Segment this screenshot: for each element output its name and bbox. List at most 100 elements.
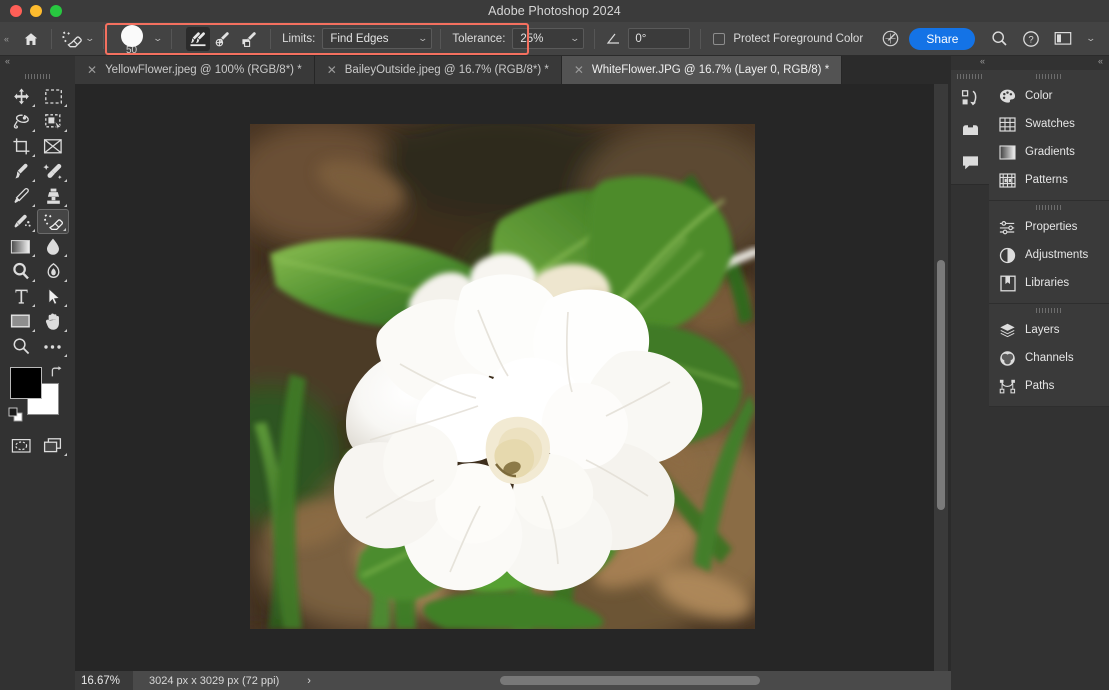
brush-tool[interactable]	[5, 184, 37, 209]
close-icon[interactable]: ✕	[327, 64, 337, 76]
chevron-down-icon[interactable]: ⌄	[1086, 34, 1097, 43]
home-button[interactable]	[14, 31, 48, 47]
paths-bezier-icon	[999, 378, 1016, 395]
eraser-tool[interactable]	[37, 209, 69, 234]
workspace-switcher-icon[interactable]	[1054, 31, 1073, 46]
panel-grip[interactable]	[989, 201, 1109, 213]
panel-item-label: Gradients	[1025, 146, 1075, 158]
panel-item-label: Channels	[1025, 352, 1074, 364]
crop-tool[interactable]	[5, 134, 37, 159]
rectangular-marquee-tool[interactable]	[37, 84, 69, 109]
foreground-color-swatch[interactable]	[10, 367, 42, 399]
gradient-tool[interactable]	[5, 234, 37, 259]
minimize-window-button[interactable]	[30, 5, 42, 17]
panel-item-adjustments[interactable]: Adjustments	[989, 241, 1109, 269]
tolerance-label: Tolerance:	[452, 32, 506, 45]
rectangle-tool[interactable]	[5, 309, 37, 334]
clone-stamp-tool[interactable]	[37, 184, 69, 209]
close-icon[interactable]: ✕	[87, 64, 97, 76]
panel-item-paths[interactable]: Paths	[989, 372, 1109, 400]
adjustments-halfcircle-icon	[999, 247, 1016, 264]
panel-item-channels[interactable]: Channels	[989, 344, 1109, 372]
comments-panel-icon	[961, 154, 980, 171]
document-image[interactable]	[250, 124, 755, 629]
edit-toolbar-tool[interactable]	[37, 334, 69, 359]
zoom-tool[interactable]	[5, 334, 37, 359]
options-collapse-icon[interactable]: «	[0, 22, 14, 56]
panel-item-properties[interactable]: Properties	[989, 213, 1109, 241]
document-info[interactable]: 3024 px x 3029 px (72 ppi) ›	[133, 675, 311, 687]
screen-mode-button[interactable]	[37, 433, 69, 458]
limits-select[interactable]: Find Edges ⌄	[322, 28, 433, 49]
brush-preset-picker[interactable]: 50	[117, 24, 147, 56]
comments-panel-button[interactable]	[951, 146, 989, 178]
spot-healing-brush-tool[interactable]	[37, 159, 69, 184]
panel-item-gradients[interactable]: Gradients	[989, 138, 1109, 166]
properties-sliders-icon	[999, 219, 1016, 236]
path-selection-tool[interactable]	[37, 284, 69, 309]
hand-tool[interactable]	[37, 309, 69, 334]
eyedropper-tool[interactable]	[5, 159, 37, 184]
blur-tool[interactable]	[37, 234, 69, 259]
close-window-button[interactable]	[10, 5, 22, 17]
panel-grip[interactable]	[989, 304, 1109, 316]
frame-tool[interactable]	[37, 134, 69, 159]
help-circle-icon[interactable]: ?	[1022, 30, 1040, 48]
vertical-scrollbar-thumb[interactable]	[937, 260, 945, 510]
move-tool[interactable]	[5, 84, 37, 109]
close-icon[interactable]: ✕	[574, 64, 584, 76]
icon-rail: «	[951, 56, 989, 690]
canvas-horizontal-scrollbar[interactable]	[420, 673, 940, 688]
presets-panel-button[interactable]	[951, 114, 989, 146]
search-icon[interactable]	[991, 30, 1008, 47]
lasso-tool[interactable]	[5, 109, 37, 134]
sampling-background-swatch-button[interactable]	[238, 27, 262, 51]
document-tab-baileyoutside[interactable]: ✕ BaileyOutside.jpeg @ 16.7% (RGB/8*) *	[314, 56, 562, 84]
toolbar-collapse-icon[interactable]: «	[0, 56, 75, 70]
toolbar-grip[interactable]	[0, 70, 75, 82]
canvas-area[interactable]	[75, 84, 951, 671]
panel-item-swatches[interactable]: Swatches	[989, 110, 1109, 138]
dodge-tool[interactable]	[5, 259, 37, 284]
protect-foreground-checkbox[interactable]	[713, 32, 726, 45]
panel-item-layers[interactable]: Layers	[989, 316, 1109, 344]
pen-tool[interactable]	[37, 259, 69, 284]
quick-mask-mode-button[interactable]	[5, 433, 37, 458]
history-panel-button[interactable]	[951, 82, 989, 114]
panel-grip[interactable]	[989, 70, 1109, 82]
panel-item-color[interactable]: Color	[989, 82, 1109, 110]
pressure-size-button[interactable]	[863, 29, 900, 48]
swap-colors-icon[interactable]	[49, 365, 64, 380]
angle-input[interactable]: 0°	[628, 28, 691, 49]
maximize-window-button[interactable]	[50, 5, 62, 17]
chevron-right-icon[interactable]: ›	[307, 675, 311, 687]
flyout-indicator	[64, 453, 67, 456]
type-tool[interactable]	[5, 284, 37, 309]
default-colors-icon[interactable]	[8, 407, 24, 423]
sampling-continuous-button[interactable]	[186, 26, 211, 51]
document-tab-whiteflower[interactable]: ✕ WhiteFlower.JPG @ 16.7% (Layer 0, RGB/…	[561, 56, 843, 84]
share-button[interactable]: Share	[909, 27, 976, 50]
flyout-indicator	[32, 179, 35, 182]
divider	[951, 184, 989, 185]
swatches-grid-icon	[999, 116, 1016, 133]
document-tab-yellowflower[interactable]: ✕ YellowFlower.jpeg @ 100% (RGB/8*) *	[75, 56, 315, 84]
tool-preset-picker[interactable]: ⌄	[55, 29, 100, 49]
horizontal-scrollbar-thumb[interactable]	[500, 676, 760, 685]
panels-collapse-icon[interactable]: «	[989, 56, 1109, 70]
tolerance-select[interactable]: 25% ⌄	[512, 28, 585, 49]
limits-group: Limits: Find Edges ⌄	[274, 28, 433, 49]
sampling-once-button[interactable]	[212, 27, 236, 51]
zoom-level-field[interactable]: 16.67%	[75, 671, 133, 690]
protect-foreground-group[interactable]: Protect Foreground Color	[704, 32, 863, 45]
chevron-down-icon: ⌄	[569, 33, 580, 43]
canvas-vertical-scrollbar[interactable]	[934, 84, 948, 671]
panel-item-libraries[interactable]: Libraries	[989, 269, 1109, 297]
panel-item-label: Swatches	[1025, 118, 1075, 130]
panel-item-patterns[interactable]: Patterns	[989, 166, 1109, 194]
object-selection-tool[interactable]	[37, 109, 69, 134]
history-brush-tool[interactable]	[5, 209, 37, 234]
rail-grip[interactable]	[951, 70, 989, 82]
rail-collapse-icon[interactable]: «	[951, 56, 989, 70]
chevron-down-icon[interactable]: ⌄	[152, 34, 163, 43]
